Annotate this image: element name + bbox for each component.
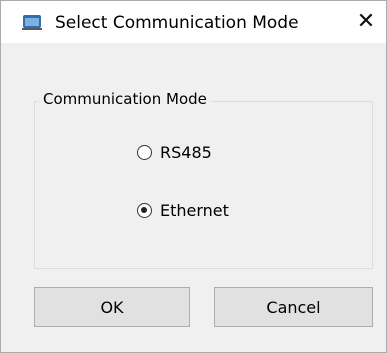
radio-rs485[interactable]: RS485 <box>137 143 212 162</box>
ok-button[interactable]: OK <box>34 287 190 327</box>
close-button[interactable]: ✕ <box>349 5 383 39</box>
radio-ethernet[interactable]: Ethernet <box>137 201 229 220</box>
cancel-button[interactable]: Cancel <box>214 287 373 327</box>
communication-mode-group <box>34 101 373 269</box>
radio-rs485-label: RS485 <box>160 143 212 162</box>
dialog-title: Select Communication Mode <box>55 13 299 33</box>
title-bar[interactable]: Select Communication Mode ✕ <box>1 1 386 43</box>
radio-button-checked-icon[interactable] <box>137 203 152 218</box>
close-icon: ✕ <box>356 9 376 34</box>
radio-ethernet-label: Ethernet <box>160 201 229 220</box>
app-window-icon <box>21 13 43 31</box>
dialog-window: Select Communication Mode ✕ Communicatio… <box>0 0 387 353</box>
radio-button-icon[interactable] <box>137 145 152 160</box>
group-legend: Communication Mode <box>39 90 211 108</box>
